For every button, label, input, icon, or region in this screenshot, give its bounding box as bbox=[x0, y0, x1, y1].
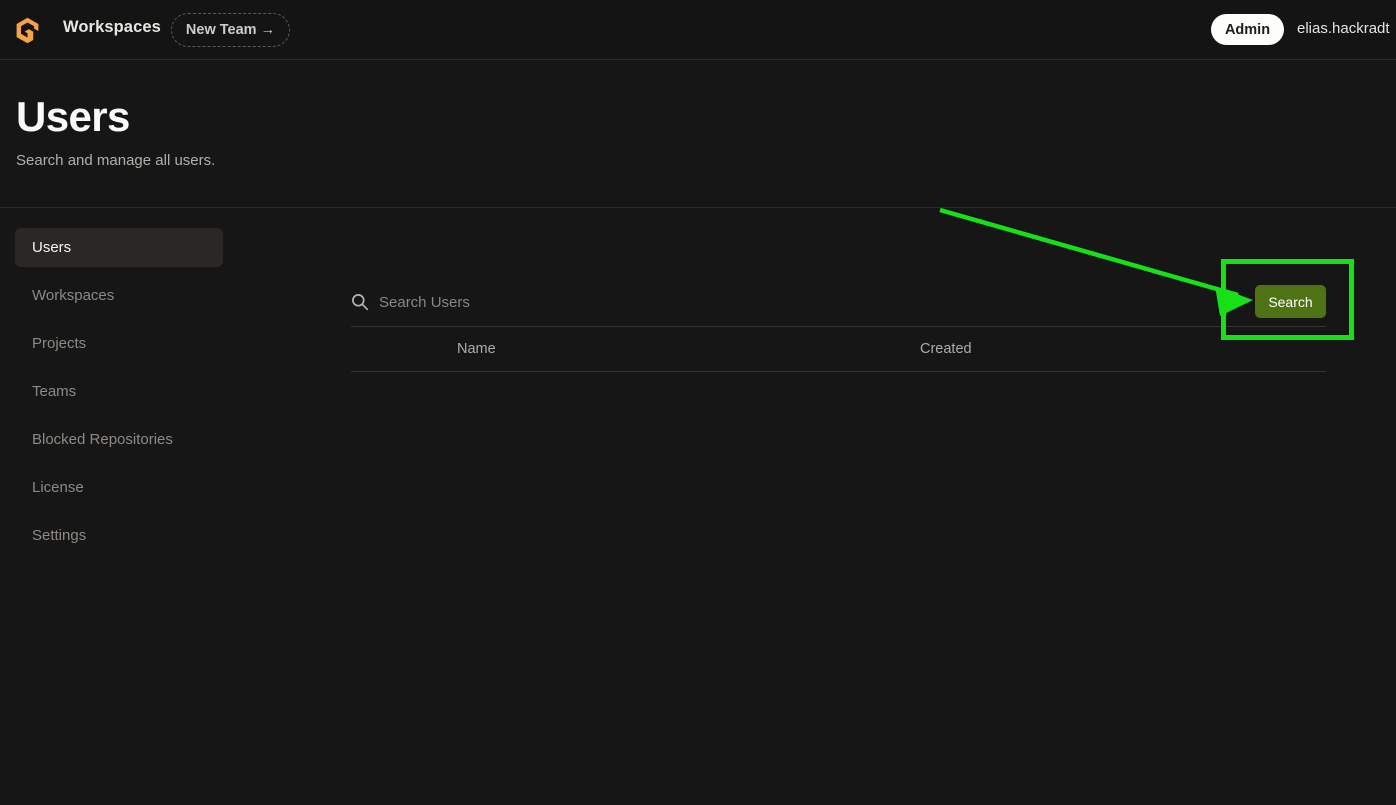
page-subtitle: Search and manage all users. bbox=[16, 152, 216, 169]
sidebar-item-label: Workspaces bbox=[32, 287, 115, 304]
sidebar-item-license[interactable]: License bbox=[15, 468, 223, 507]
sidebar-item-label: Teams bbox=[32, 383, 77, 400]
sidebar-item-label: Settings bbox=[32, 527, 87, 544]
users-table-header: Name Created bbox=[351, 337, 1326, 371]
table-header-border bbox=[351, 371, 1326, 372]
top-navigation-bar: Workspaces New Team → Admin elias.hackra… bbox=[0, 0, 1396, 60]
sidebar-item-label: Users bbox=[32, 239, 72, 256]
sidebar-item-teams[interactable]: Teams bbox=[15, 372, 223, 411]
search-icon bbox=[352, 294, 369, 311]
sidebar-item-label: Projects bbox=[32, 335, 87, 352]
sidebar-item-label: Blocked Repositories bbox=[32, 431, 173, 448]
search-button[interactable]: Search bbox=[1255, 285, 1326, 318]
sidebar-item-projects[interactable]: Projects bbox=[15, 324, 223, 363]
column-header-name[interactable]: Name bbox=[457, 341, 496, 357]
sidebar-item-blocked-repositories[interactable]: Blocked Repositories bbox=[15, 420, 223, 459]
section-divider bbox=[0, 207, 1396, 208]
sidebar-navigation: Users Workspaces Projects Teams Blocked … bbox=[0, 228, 330, 564]
admin-badge[interactable]: Admin bbox=[1211, 14, 1284, 45]
search-field-underline bbox=[351, 326, 1326, 327]
new-team-button[interactable]: New Team → bbox=[171, 13, 290, 47]
nav-link-workspaces[interactable]: Workspaces bbox=[63, 18, 161, 37]
sidebar-item-settings[interactable]: Settings bbox=[15, 516, 223, 555]
sidebar-item-label: License bbox=[32, 479, 84, 496]
sidebar-item-workspaces[interactable]: Workspaces bbox=[15, 276, 223, 315]
search-row bbox=[351, 285, 1326, 326]
page-title: Users bbox=[16, 93, 130, 140]
gitpod-logo-icon[interactable] bbox=[15, 17, 40, 44]
sidebar-item-users[interactable]: Users bbox=[15, 228, 223, 267]
username-label[interactable]: elias.hackradt bbox=[1297, 20, 1396, 37]
column-header-created[interactable]: Created bbox=[920, 341, 972, 357]
search-input[interactable] bbox=[379, 285, 1239, 319]
